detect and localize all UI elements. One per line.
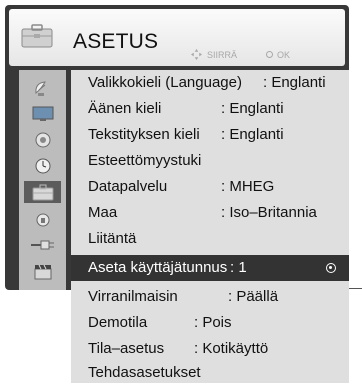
row-country[interactable]: Maa : Iso–Britannia [80,200,344,226]
row-connection[interactable]: Liitäntä [80,226,344,252]
briefcase-icon[interactable] [24,181,61,203]
clapperboard-icon[interactable] [24,260,61,282]
selected-radio-icon [326,263,336,273]
row-mode-setting[interactable]: Tila–asetus : Kotikäyttö [80,336,344,362]
row-value: : Päällä [228,288,279,305]
move-arrows-icon [191,49,202,60]
row-factory-reset[interactable]: Tehdasasetukset [80,360,344,386]
monitor-icon[interactable] [24,103,61,125]
row-label: Liitäntä [88,230,137,247]
input-plug-icon[interactable] [24,234,61,256]
row-menu-language[interactable]: Valikkokieli (Language) : Englanti [80,70,344,96]
hint-ok-label: OK [277,49,291,60]
row-label: Virranilmaisin [88,288,178,305]
row-label: Maa [88,204,118,221]
briefcase-icon [21,24,53,48]
row-value: : Iso–Britannia [221,204,317,221]
divider [349,288,362,289]
row-accessibility[interactable]: Esteettömyystuki [80,148,344,174]
row-value: : Kotikäyttö [194,340,269,357]
category-sidebar [19,70,66,290]
row-value: : Englanti [221,126,284,143]
row-set-user-id[interactable]: Aseta käyttäjätunnus : 1 [71,255,349,281]
row-audio-language[interactable]: Äänen kieli : Englanti [80,96,344,122]
row-label: Datapalvelu [88,178,168,195]
row-label: Tekstityksen kieli [88,126,200,143]
row-value: : 1 [230,259,247,276]
menu-title: ASETUS [73,30,159,53]
row-demo-mode[interactable]: Demotila : Pois [80,310,344,336]
row-value: : Englanti [221,100,284,117]
row-value: : Englanti [263,74,326,91]
row-label: Tehdasasetukset [88,364,201,381]
hint-move-label: SIIRRÄ [207,49,238,60]
row-label: Valikkokieli (Language) [88,74,242,91]
satellite-dish-icon[interactable] [24,77,61,99]
row-label: Demotila [88,314,148,331]
ok-icon [266,51,274,58]
row-value: : MHEG [221,178,275,195]
menu-header: ASETUS SIIRRÄ OK [9,9,345,66]
row-label: Esteettömyystuki [88,152,202,169]
row-data-service[interactable]: Datapalvelu : MHEG [80,174,344,200]
row-label: Äänen kieli [88,100,162,117]
lock-icon[interactable] [24,208,61,230]
row-power-indicator[interactable]: Virranilmaisin : Päällä [80,284,344,310]
navigation-hints: SIIRRÄ OK [191,49,290,60]
row-label: Tila–asetus [88,340,165,357]
speaker-icon[interactable] [24,129,61,151]
clock-icon[interactable] [24,155,61,177]
row-value: : Pois [194,314,232,331]
row-subtitle-language[interactable]: Tekstityksen kieli : Englanti [80,122,344,148]
row-label: Aseta käyttäjätunnus [88,259,228,276]
